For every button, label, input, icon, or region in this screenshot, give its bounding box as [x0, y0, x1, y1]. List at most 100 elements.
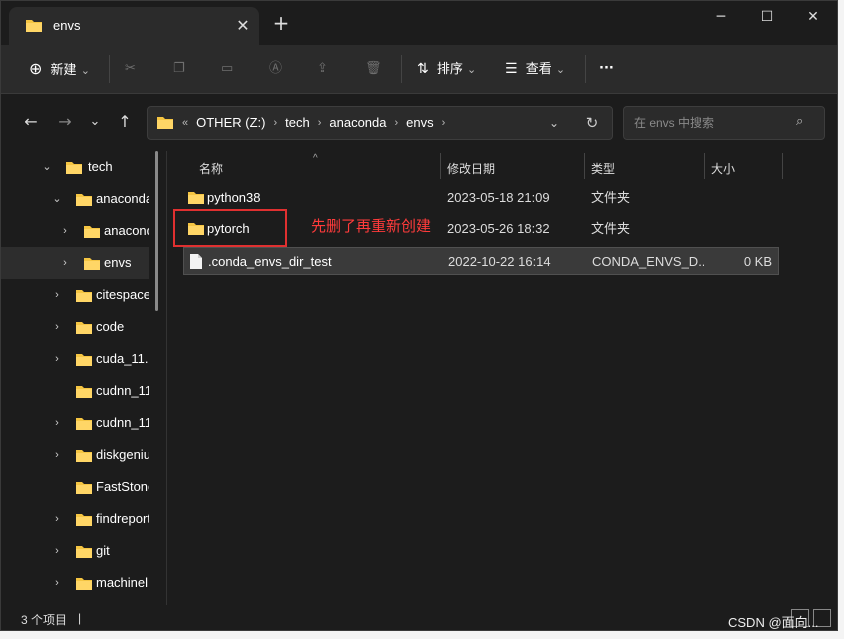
watermark: CSDN @面向... [728, 615, 819, 630]
tree-item-cudnn-2[interactable]: › cudnn_11 [1, 407, 149, 439]
folder-icon [157, 117, 173, 129]
column-header-modified[interactable]: 修改日期 [447, 155, 495, 183]
forward-button[interactable]: → [53, 110, 77, 134]
close-tab-icon[interactable]: ✕ [231, 14, 255, 38]
folder-icon [76, 418, 92, 430]
column-divider[interactable] [440, 153, 441, 179]
table-row[interactable]: python38 2023-05-18 21:09 文件夹 [183, 184, 779, 212]
chevron-right-icon[interactable]: › [51, 439, 63, 471]
tree-item-label: machinel [96, 575, 149, 590]
breadcrumb-envs[interactable]: envs [400, 115, 439, 130]
folder-icon [76, 482, 92, 494]
tree-item-anaconda[interactable]: ⌄ anaconda [1, 183, 149, 215]
chevron-right-icon[interactable]: › [51, 407, 63, 439]
folder-icon [26, 20, 42, 32]
tree-item-label: citespace [96, 287, 149, 302]
search-icon[interactable]: ⌕ [796, 114, 803, 129]
folder-icon [76, 194, 92, 206]
file-modified: 2023-05-26 18:32 [447, 221, 550, 236]
maximize-button[interactable]: ☐ [747, 5, 787, 29]
folder-icon [76, 546, 92, 558]
delete-icon[interactable]: 🗑︎ [365, 57, 382, 81]
tree-item-tech[interactable]: ⌄ tech [1, 151, 149, 183]
tree-item-code[interactable]: › code [1, 311, 149, 343]
item-count: 3 个项目 [21, 613, 68, 627]
toolbar-divider [109, 55, 110, 83]
more-options-button[interactable]: ··· [599, 57, 614, 81]
chevron-right-icon[interactable]: › [51, 503, 63, 535]
address-dropdown-icon[interactable]: ⌄ [544, 113, 564, 133]
cut-icon[interactable]: ✂ [125, 57, 136, 81]
paste-icon[interactable]: ▭ [221, 57, 233, 81]
chevron-right-icon[interactable]: › [51, 567, 63, 599]
tree-item-cuda[interactable]: › cuda_11.7 [1, 343, 149, 375]
chevron-right-icon[interactable]: › [59, 215, 71, 247]
file-explorer-window: envs ✕ + ─ ☐ ✕ ⊕ 新建 ⌄ ✂ ❐ ▭ Ⓐ ⇪ 🗑︎ ⇅ 排序 … [0, 0, 838, 631]
tree-item-anaconda-sub[interactable]: › anaconda [1, 215, 149, 247]
share-icon[interactable]: ⇪ [317, 57, 328, 81]
chevron-right-icon[interactable]: › [59, 247, 71, 279]
breadcrumb-anaconda[interactable]: anaconda [323, 115, 392, 130]
rename-icon[interactable]: Ⓐ [269, 57, 282, 81]
tree-item-diskgenius[interactable]: › diskgenius [1, 439, 149, 471]
tree-item-cudnn-1[interactable]: cudnn_11 [1, 375, 149, 407]
new-label: 新建 [50, 62, 77, 77]
view-button[interactable]: ☰ 查看 ⌄ [505, 57, 565, 81]
chevron-right-icon[interactable]: › [51, 343, 63, 375]
copy-icon[interactable]: ❐ [173, 57, 185, 81]
recent-locations-button[interactable]: ⌄ [83, 110, 107, 134]
folder-icon [66, 162, 82, 174]
folder-icon [76, 290, 92, 302]
breadcrumb-separator-icon[interactable]: › [440, 117, 448, 129]
chevron-down-icon[interactable]: ⌄ [41, 151, 53, 183]
breadcrumb-separator-icon[interactable]: › [393, 117, 401, 129]
column-header-name[interactable]: 名称 ^ [199, 153, 318, 183]
column-divider[interactable] [704, 153, 705, 179]
breadcrumb-separator-icon[interactable]: › [316, 117, 324, 129]
column-divider[interactable] [584, 153, 585, 179]
tab-envs[interactable]: envs ✕ [9, 7, 259, 45]
file-type: 文件夹 [591, 221, 631, 236]
new-button[interactable]: ⊕ 新建 ⌄ [29, 57, 90, 81]
chevron-down-icon[interactable]: ⌄ [51, 183, 63, 215]
search-input[interactable] [632, 115, 796, 131]
tree-item-findreport[interactable]: › findreport [1, 503, 149, 535]
chevron-right-icon[interactable]: › [51, 279, 63, 311]
tree-item-faststone[interactable]: FastStone [1, 471, 149, 503]
breadcrumb-drive[interactable]: OTHER (Z:) [190, 115, 271, 130]
sort-label: 排序 [436, 61, 463, 76]
back-button[interactable]: ← [19, 110, 43, 134]
sort-button[interactable]: ⇅ 排序 ⌄ [417, 57, 476, 81]
search-box[interactable]: ⌕ [623, 106, 825, 140]
chevron-right-icon[interactable]: › [51, 535, 63, 567]
breadcrumb-separator-icon[interactable]: › [271, 117, 279, 129]
folder-icon [188, 192, 204, 204]
toolbar-divider [585, 55, 586, 83]
column-divider[interactable] [782, 153, 783, 179]
tree-item-label: git [96, 543, 110, 558]
column-header-type[interactable]: 类型 [591, 155, 615, 183]
background-page [838, 0, 844, 639]
tree-scrollbar[interactable] [155, 151, 158, 311]
refresh-icon[interactable]: ↻ [582, 113, 602, 133]
folder-icon [76, 386, 92, 398]
file-modified: 2022-10-22 16:14 [448, 254, 551, 269]
tree-item-machinel[interactable]: › machinel [1, 567, 149, 599]
tree-item-envs[interactable]: › envs [1, 247, 149, 279]
file-name: python38 [207, 190, 261, 205]
new-tab-button[interactable]: + [269, 11, 293, 35]
column-header-size[interactable]: 大小 [711, 155, 735, 183]
tree-item-citespace[interactable]: › citespace [1, 279, 149, 311]
close-window-button[interactable]: ✕ [793, 5, 833, 29]
chevron-right-icon[interactable]: › [51, 311, 63, 343]
address-bar[interactable]: « OTHER (Z:) › tech › anaconda › envs › … [147, 106, 613, 140]
overflow-chevron-icon[interactable]: « [180, 117, 190, 129]
file-type: 文件夹 [591, 190, 631, 205]
table-row-selected[interactable]: .conda_envs_dir_test 2022-10-22 16:14 CO… [183, 247, 779, 275]
chevron-down-icon: ⌄ [467, 63, 477, 76]
up-button[interactable]: ↑ [113, 110, 137, 134]
folder-icon [76, 354, 92, 366]
breadcrumb-tech[interactable]: tech [279, 115, 316, 130]
minimize-button[interactable]: ─ [701, 5, 741, 29]
tree-item-git[interactable]: › git [1, 535, 149, 567]
